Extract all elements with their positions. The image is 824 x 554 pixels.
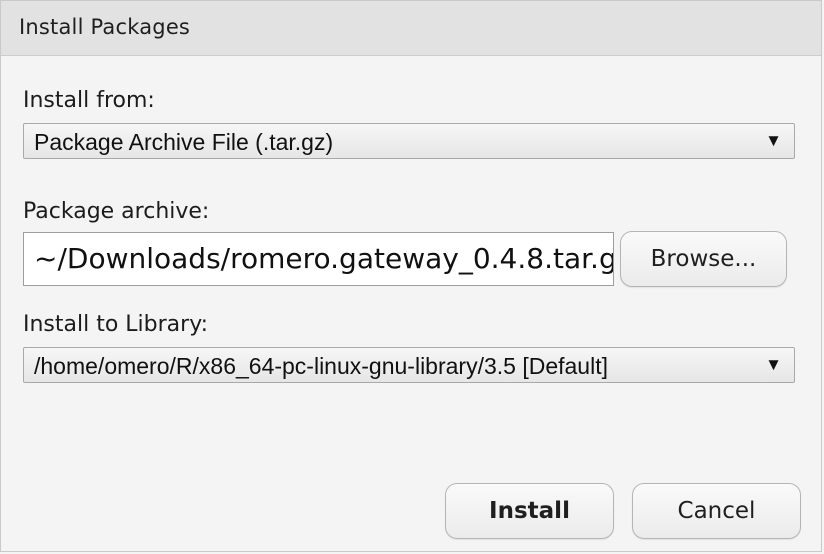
dialog-title: Install Packages bbox=[19, 15, 191, 39]
dialog-titlebar: Install Packages bbox=[1, 1, 821, 56]
dropdown-arrow-icon: ▼ bbox=[765, 355, 782, 374]
dropdown-arrow-icon: ▼ bbox=[765, 131, 782, 150]
install-from-selected-value: Package Archive File (.tar.gz) bbox=[34, 129, 334, 155]
install-from-select[interactable]: Package Archive File (.tar.gz) ▼ bbox=[23, 123, 795, 159]
install-packages-dialog: Install Packages Install from: Package A… bbox=[0, 0, 822, 552]
cancel-button[interactable]: Cancel bbox=[632, 483, 801, 539]
browse-button[interactable]: Browse... bbox=[620, 231, 787, 287]
package-archive-input[interactable]: ~/Downloads/romero.gateway_0.4.8.tar.gz bbox=[23, 232, 614, 286]
install-to-library-selected-value: /home/omero/R/x86_64-pc-linux-gnu-librar… bbox=[34, 353, 608, 379]
install-button[interactable]: Install bbox=[445, 483, 614, 539]
install-to-library-select[interactable]: /home/omero/R/x86_64-pc-linux-gnu-librar… bbox=[23, 347, 795, 383]
package-archive-value: ~/Downloads/romero.gateway_0.4.8.tar.gz bbox=[34, 242, 614, 275]
install-to-library-label: Install to Library: bbox=[23, 312, 209, 337]
install-from-label: Install from: bbox=[23, 88, 155, 113]
package-archive-label: Package archive: bbox=[23, 199, 210, 224]
